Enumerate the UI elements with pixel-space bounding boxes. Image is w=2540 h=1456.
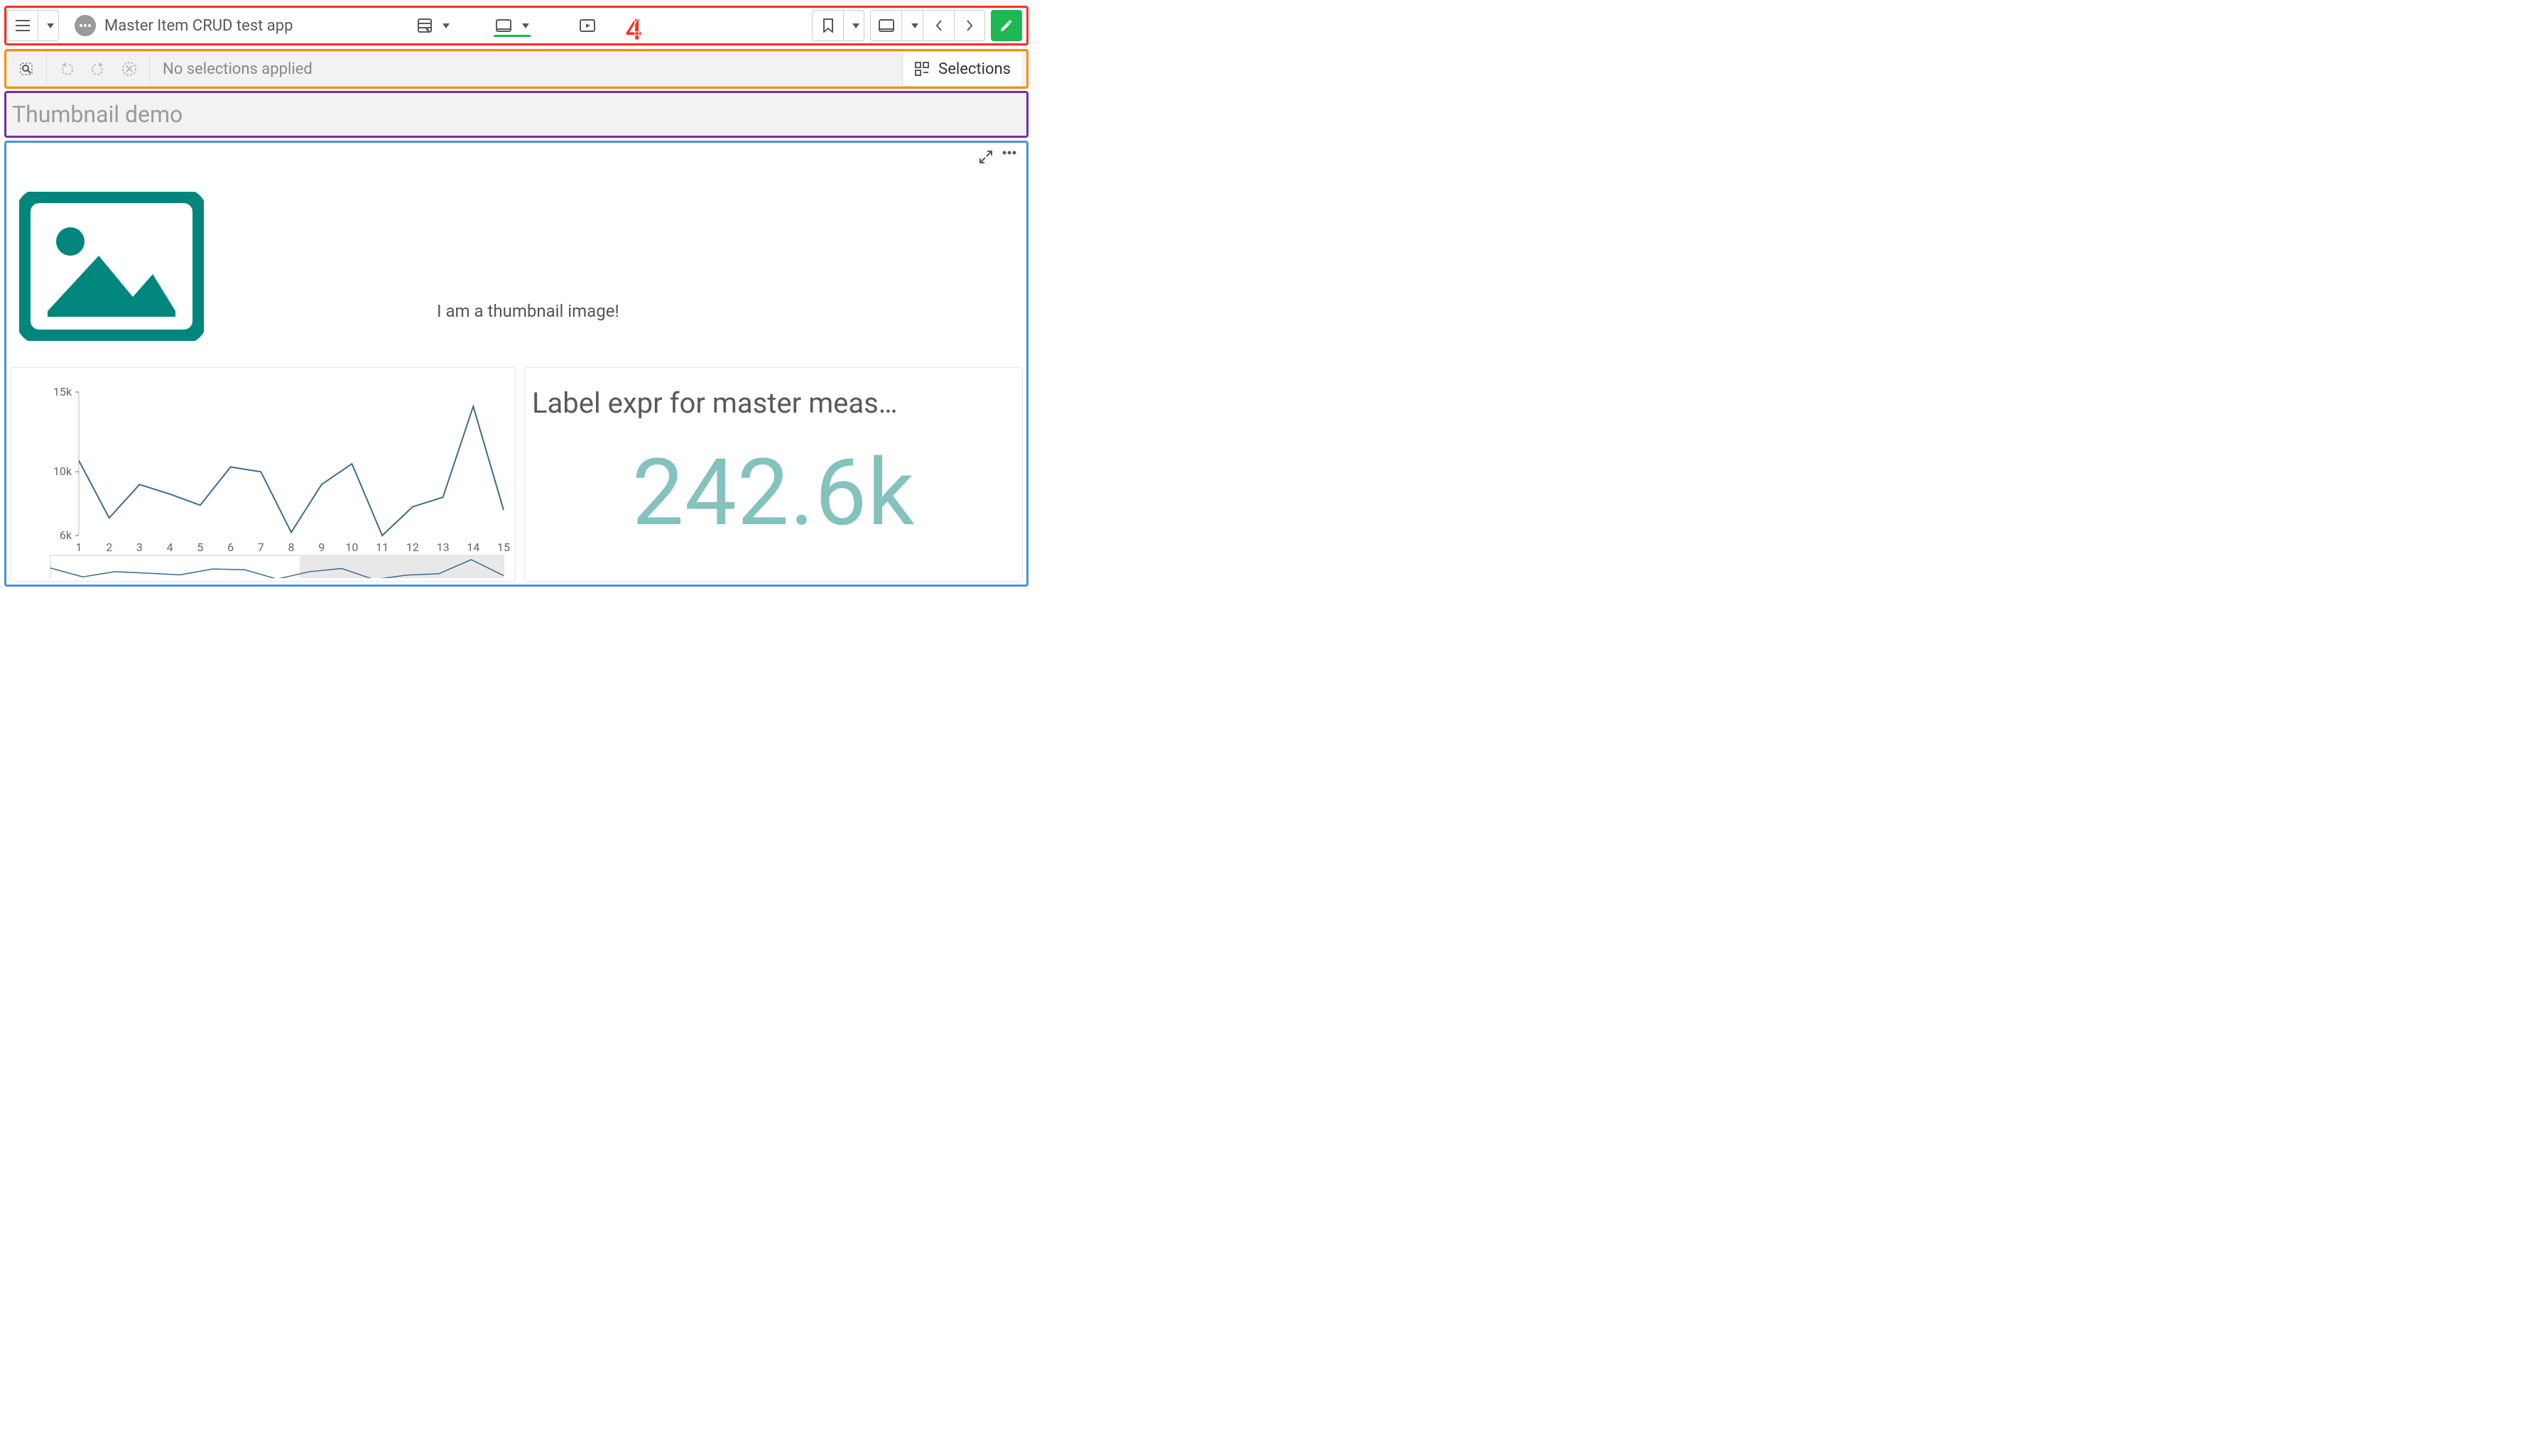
svg-text:6: 6: [227, 540, 234, 554]
sheets-nav-group: [870, 10, 985, 41]
expand-icon: [979, 151, 992, 163]
chevron-left-icon: [935, 19, 943, 32]
sheet-title: Thumbnail demo: [12, 101, 183, 128]
svg-text:11: 11: [376, 540, 389, 554]
kpi-title: Label expr for master meas…: [532, 386, 1022, 420]
clear-icon: [121, 61, 137, 77]
svg-text:15k: 15k: [53, 385, 72, 398]
smart-search-button[interactable]: [11, 53, 42, 85]
step-forward-button[interactable]: [82, 53, 114, 85]
step-back-icon: [59, 63, 75, 75]
context-menu-button[interactable]: [1002, 151, 1016, 163]
svg-text:5: 5: [197, 540, 203, 554]
svg-text:7: 7: [258, 540, 264, 554]
svg-text:14: 14: [467, 540, 479, 554]
svg-text:9: 9: [318, 540, 325, 554]
sheets-list-button[interactable]: [870, 10, 901, 41]
next-sheet-button[interactable]: [954, 10, 985, 41]
sheet-icon: [878, 18, 895, 33]
step-back-button[interactable]: [51, 53, 82, 85]
svg-text:10k: 10k: [53, 464, 72, 478]
data-manager-button[interactable]: [416, 13, 451, 38]
data-manager-icon: [417, 18, 433, 33]
object-hover-tools: [979, 151, 1016, 163]
app-title: Master Item CRUD test app: [75, 15, 293, 36]
svg-text:3: 3: [136, 540, 143, 554]
line-chart-svg: 6k10k15k123456789101112131415: [15, 372, 512, 578]
pencil-icon: [999, 18, 1014, 33]
thumbnail-image-icon: [19, 192, 204, 341]
clear-selections-button[interactable]: [114, 53, 145, 85]
sheets-button[interactable]: [494, 14, 531, 37]
ellipsis-icon: [1002, 151, 1016, 155]
bookmark-icon: [823, 18, 834, 33]
svg-text:12: 12: [406, 540, 419, 554]
line-chart-object[interactable]: Sum(Expression1) 6k10k15k123456789101112…: [10, 367, 516, 582]
app-icon: [75, 15, 96, 36]
selections-tool-label: Selections: [938, 60, 1011, 78]
svg-text:8: 8: [288, 540, 295, 554]
menu-icon: [16, 19, 30, 32]
search-icon: [18, 61, 34, 77]
bookmark-button[interactable]: [812, 10, 843, 41]
svg-text:4: 4: [167, 540, 173, 554]
sheet-title-bar: Thumbnail demo: [6, 93, 1026, 136]
story-icon: [579, 18, 596, 33]
global-menu-button[interactable]: [6, 10, 38, 41]
no-selections-text: No selections applied: [163, 60, 313, 78]
step-forward-icon: [90, 63, 106, 75]
selections-tool-icon: [914, 61, 930, 77]
svg-text:13: 13: [437, 540, 450, 554]
sheets-list-dropdown[interactable]: [901, 10, 923, 41]
text-image-object[interactable]: I am a thumbnail image!: [10, 146, 1023, 360]
bookmark-group: [812, 10, 864, 41]
edit-sheet-button[interactable]: [991, 10, 1022, 41]
bookmark-dropdown[interactable]: [843, 10, 864, 41]
sheet-icon: [495, 18, 512, 33]
global-menu-dropdown[interactable]: [38, 10, 59, 41]
svg-text:1: 1: [76, 540, 82, 554]
center-tools: [416, 13, 597, 38]
svg-text:15: 15: [497, 540, 510, 554]
sheet-body: I am a thumbnail image! Sum(Expression1)…: [6, 143, 1026, 585]
svg-text:2: 2: [106, 540, 112, 554]
svg-text:10: 10: [345, 540, 358, 554]
story-button[interactable]: [577, 14, 597, 37]
prev-sheet-button[interactable]: [923, 10, 954, 41]
svg-text:6k: 6k: [60, 528, 72, 542]
kpi-object[interactable]: Label expr for master meas… 242.6k: [524, 367, 1023, 582]
top-toolbar: Master Item CRUD test app: [6, 8, 1026, 43]
thumbnail-caption: I am a thumbnail image!: [437, 301, 619, 321]
selections-tool-button[interactable]: Selections: [902, 52, 1022, 86]
selections-bar: No selections applied Selections: [6, 51, 1026, 87]
fullscreen-button[interactable]: [979, 151, 992, 163]
right-tools: [812, 10, 1026, 41]
app-name: Master Item CRUD test app: [104, 17, 293, 35]
global-menu-group: [6, 10, 59, 41]
chevron-right-icon: [965, 19, 974, 32]
kpi-value: 242.6k: [525, 438, 1022, 547]
